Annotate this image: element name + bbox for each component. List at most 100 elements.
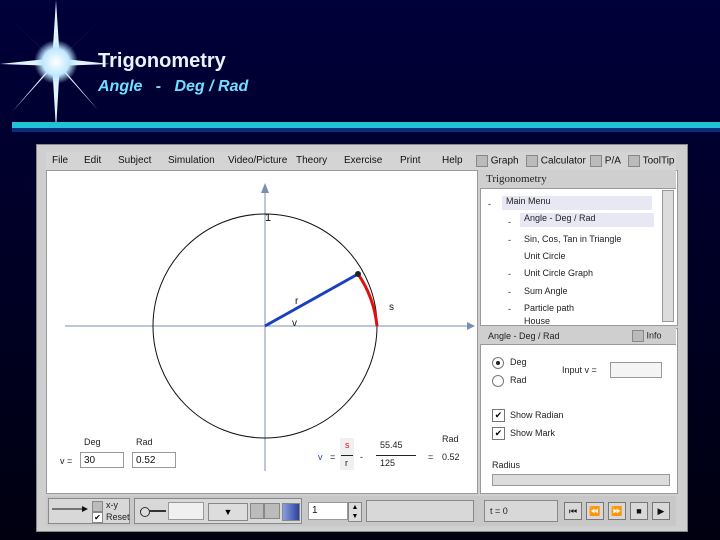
info-toggle[interactable]: Info [632, 330, 662, 342]
show-mark-label: Show Mark [510, 428, 556, 438]
info-checkbox[interactable] [632, 330, 644, 342]
tree-scrollbar[interactable] [662, 190, 674, 322]
menu-edit[interactable]: Edit [84, 155, 101, 166]
pa-checkbox[interactable] [590, 155, 602, 167]
radius-label: Radius [492, 460, 521, 470]
properties-title: Angle - Deg / Rad [488, 331, 560, 341]
zoom-field[interactable] [168, 502, 204, 520]
tree-header: Trigonometry [480, 170, 676, 189]
fraction-line-2 [376, 455, 416, 456]
toggle-calculator[interactable]: Calculator [526, 155, 586, 167]
denominator-value: 125 [380, 458, 396, 468]
reset-label: Reset [106, 512, 130, 522]
xy-label: x-y [106, 500, 118, 510]
divider-bar-dark [12, 128, 720, 132]
toggle-tooltip[interactable]: ToolTip [628, 155, 674, 167]
xy-checkbox[interactable] [92, 501, 103, 512]
fraction-line-1 [341, 455, 353, 456]
menu-bar: File Edit Subject Simulation Video/Pictu… [46, 152, 676, 170]
fast-forward-icon[interactable]: ⏩ [608, 502, 626, 520]
tree-prefix-0: - [488, 199, 491, 209]
calculator-checkbox[interactable] [526, 155, 538, 167]
rad-label: Rad [136, 437, 153, 447]
skip-start-icon[interactable]: ⏮ [564, 502, 582, 520]
menu-subject[interactable]: Subject [118, 155, 151, 166]
chevron-down-icon[interactable]: ▼ [208, 503, 248, 521]
minus-sign: - [360, 452, 363, 462]
numerator-value: 55.45 [380, 440, 403, 450]
menu-print[interactable]: Print [400, 155, 421, 166]
tree-item-angle[interactable]: Angle - Deg / Rad [520, 213, 654, 227]
menu-video-picture[interactable]: Video/Picture [228, 155, 287, 166]
rad-label-2: Rad [442, 434, 459, 444]
input-v-field[interactable] [610, 362, 662, 378]
play-icon[interactable]: ▶ [652, 502, 670, 520]
v-label: v [318, 452, 323, 462]
input-v-label: Input v = [562, 365, 597, 375]
show-radian-checkbox[interactable]: ✔ [492, 409, 505, 422]
tree-prefix-1: - [508, 217, 511, 227]
result-value: 0.52 [442, 452, 460, 462]
tooltip-checkbox[interactable] [628, 155, 640, 167]
r-symbol: r [345, 458, 348, 468]
graph-checkbox[interactable] [476, 155, 488, 167]
tree-item-particle-path[interactable]: Particle path [524, 303, 574, 313]
s-symbol: s [345, 440, 350, 450]
label-r: r [295, 296, 299, 307]
tree-prefix-6: - [508, 304, 511, 314]
radio-rad-label: Rad [510, 375, 527, 385]
tree-item-sum-angle[interactable]: Sum Angle [524, 286, 568, 296]
label-s: s [389, 302, 394, 313]
step-field[interactable]: 1 [308, 502, 348, 520]
menu-help[interactable]: Help [442, 155, 463, 166]
color-swatch[interactable] [282, 503, 300, 521]
tree-item-sin-cos-tan[interactable]: Sin, Cos, Tan in Triangle [524, 234, 621, 244]
rewind-icon[interactable]: ⏪ [586, 502, 604, 520]
tree-item-unit-circle-graph[interactable]: Unit Circle Graph [524, 268, 593, 278]
show-radian-label: Show Radian [510, 410, 564, 420]
v-equals-label: v = [60, 456, 73, 466]
label-v: v [292, 318, 297, 329]
menu-theory[interactable]: Theory [296, 155, 327, 166]
toggle-graph[interactable]: Graph [476, 155, 519, 167]
tree-item-unit-circle[interactable]: Unit Circle [524, 251, 566, 261]
view-button-2[interactable] [264, 503, 280, 519]
equals-2: = [428, 452, 434, 462]
radius-slider[interactable] [492, 474, 670, 486]
deg-label: Deg [84, 437, 101, 447]
drawing-canvas[interactable]: 1 r s v [46, 170, 478, 494]
status-panel [366, 500, 474, 522]
menu-simulation[interactable]: Simulation [168, 155, 215, 166]
topic-tree-panel [480, 170, 678, 326]
x-axis-arrow [467, 322, 475, 330]
time-display: t = 0 [490, 506, 508, 516]
arrow-icon [52, 506, 88, 512]
slide-subtitle: Angle - Deg / Rad [98, 78, 249, 95]
step-spinner[interactable]: ▲ ▼ [348, 502, 362, 522]
rad-value-field[interactable]: 0.52 [132, 452, 176, 468]
angle-point[interactable] [355, 271, 361, 277]
tree-item-main-menu[interactable]: Main Menu [502, 196, 652, 210]
unit-circle-diagram: 1 r s v [65, 183, 475, 471]
radio-deg[interactable] [492, 357, 504, 369]
menu-exercise[interactable]: Exercise [344, 155, 382, 166]
show-mark-checkbox[interactable]: ✔ [492, 427, 505, 440]
tree-prefix-5: - [508, 287, 511, 297]
radius-line [264, 272, 359, 328]
y-axis-arrow [261, 183, 269, 193]
tree-prefix-2: - [508, 235, 511, 245]
stop-icon[interactable]: ■ [630, 502, 648, 520]
tree-prefix-4: - [508, 269, 511, 279]
view-button-1[interactable] [250, 503, 264, 519]
reset-checkbox[interactable]: ✔ [92, 512, 103, 523]
toggle-pa[interactable]: P/A [590, 155, 621, 167]
star-burst-decoration [0, 0, 110, 130]
properties-header: Angle - Deg / Rad Info [480, 328, 676, 345]
menu-file[interactable]: File [52, 155, 68, 166]
deg-value-field[interactable]: 30 [80, 452, 124, 468]
label-1: 1 [265, 212, 271, 224]
tree-item-house[interactable]: House [524, 316, 550, 324]
radio-deg-label: Deg [510, 357, 527, 367]
radio-rad[interactable] [492, 375, 504, 387]
zoom-slider-handle[interactable] [140, 507, 150, 517]
